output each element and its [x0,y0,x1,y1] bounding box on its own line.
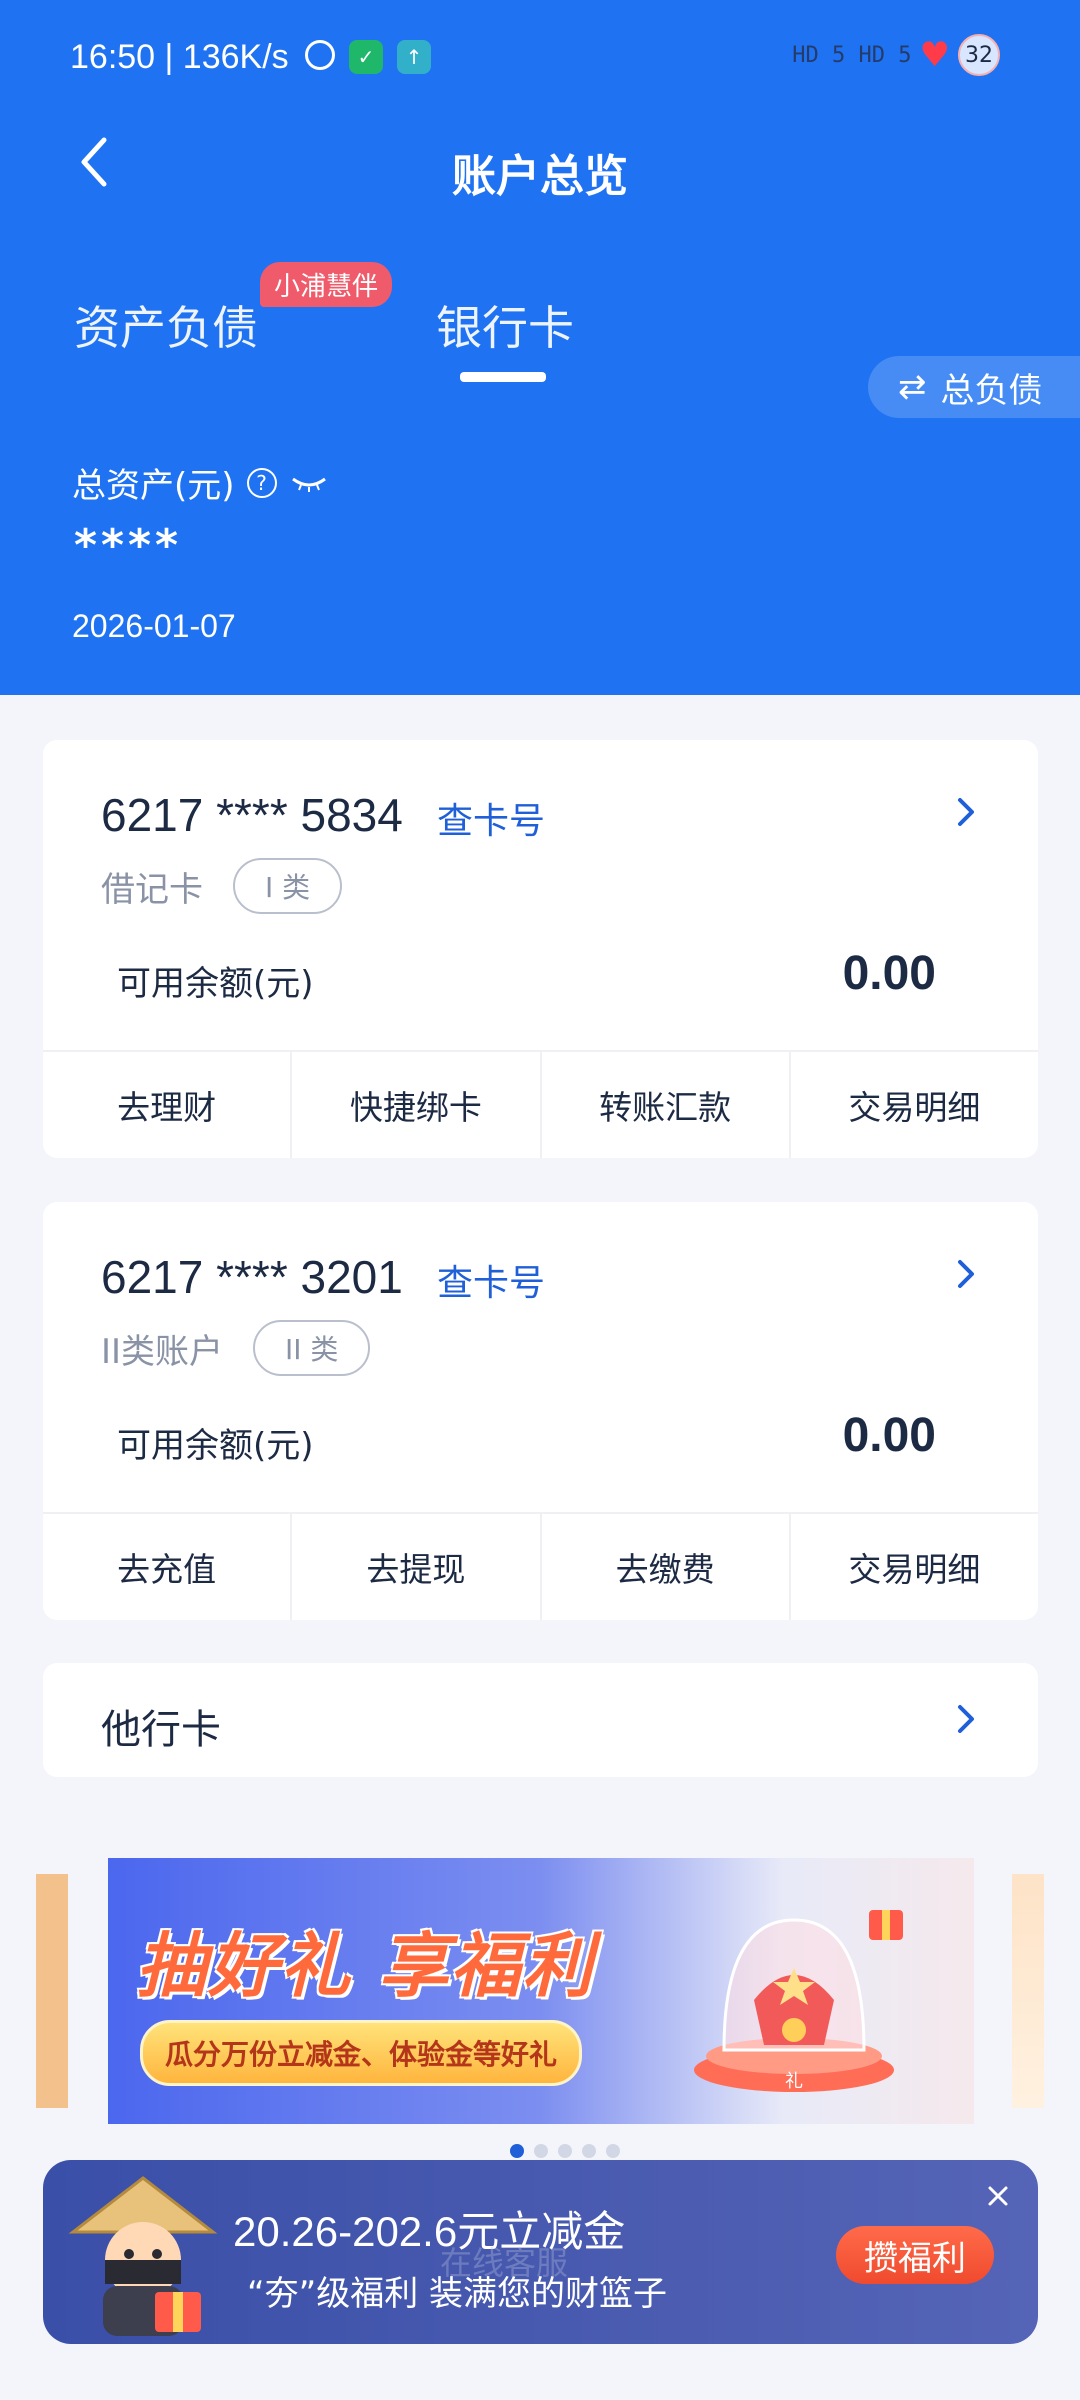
mascot-avatar [68,2176,218,2336]
total-assets-label: 总资产(元) [72,466,235,506]
close-icon[interactable] [984,2182,1012,2210]
total-assets-value: **** [74,520,183,571]
card-type: 借记卡 [101,870,203,910]
card-type: II类账户 [101,1332,224,1372]
total-debt-label: 总负债 [940,370,1043,411]
gift-label: 礼 [785,2071,803,2092]
card-level-badge: II 类 [253,1320,371,1376]
carousel-dot[interactable] [606,2144,620,2158]
status-time: 16:50 | 136K/s [70,38,289,76]
balance-value: 0.00 [842,1409,936,1462]
action-transactions-button[interactable]: 交易明细 [791,1514,1038,1620]
banner-next-peek [1012,1874,1044,2108]
banner-title: 抽好礼 享福利 [136,1925,595,2007]
bank-card-1[interactable]: 6217 **** 5834 查卡号 借记卡 I 类 可用余额(元) 0.00 … [43,740,1038,1158]
active-tab-indicator [460,372,546,382]
online-service-label[interactable]: 在线客服 [440,2238,568,2284]
eye-closed-icon[interactable] [289,473,329,493]
banner-subtitle: 瓜分万份立减金、体验金等好礼 [140,2020,583,2086]
promo-banner[interactable]: 抽好礼 享福利 瓜分万份立减金、体验金等好礼 礼 [108,1858,974,2124]
action-bind-card-button[interactable]: 快捷绑卡 [292,1052,542,1158]
action-withdraw-button[interactable]: 去提现 [292,1514,542,1620]
action-transactions-button[interactable]: 交易明细 [791,1052,1038,1158]
balance-value: 0.00 [842,947,936,1000]
total-assets-row: 总资产(元) ? [72,458,329,507]
action-top-up-button[interactable]: 去充值 [43,1514,293,1620]
assets-date: 2026-01-07 [72,608,236,644]
card-actions: 去理财 快捷绑卡 转账汇款 交易明细 [43,1050,1038,1158]
tab-assets-liabilities[interactable]: 资产负债 [74,292,258,358]
chevron-right-icon[interactable] [954,792,978,832]
card-number: 6217 **** 3201 [101,1251,403,1303]
status-bar: 16:50 | 136K/s ✓ ↑ HD 5 HD 5 ♥ 32 [0,0,1080,120]
swap-icon: ⇄ [898,367,927,407]
action-wealth-button[interactable]: 去理财 [43,1052,293,1158]
carousel-dot[interactable] [534,2144,548,2158]
alarm-icon [305,40,335,70]
upload-icon: ↑ [397,40,431,74]
page-title: 账户总览 [452,151,628,202]
collect-benefits-button[interactable]: 攒福利 [836,2226,994,2284]
carousel-dot[interactable] [558,2144,572,2158]
card-number: 6217 **** 5834 [101,789,403,841]
carousel-dot[interactable] [510,2144,524,2158]
tab-bank-cards[interactable]: 银行卡 [436,292,574,358]
carousel-dots [0,2144,1080,2158]
balance-label: 可用余额(元) [117,1426,314,1466]
card-actions: 去充值 去提现 去缴费 交易明细 [43,1512,1038,1620]
status-icons: ✓ ↑ [305,40,431,74]
battery-icon: 32 [958,34,1000,76]
total-debt-toggle[interactable]: ⇄ 总负债 [868,356,1080,418]
other-bank-cards-row[interactable]: 他行卡 [43,1663,1038,1777]
chevron-right-icon [958,1705,974,1733]
other-bank-cards-label: 他行卡 [101,1707,221,1753]
banner-prev-peek [36,1874,68,2108]
view-card-number-link[interactable]: 查卡号 [437,792,545,844]
action-pay-bills-button[interactable]: 去缴费 [542,1514,791,1620]
header: 16:50 | 136K/s ✓ ↑ HD 5 HD 5 ♥ 32 账户总览 资… [0,0,1080,695]
help-icon[interactable]: ? [246,467,277,498]
gift-dome-icon: 礼 [694,1910,903,2092]
status-right: HD 5 HD 5 ♥ 32 [792,34,1000,76]
chevron-right-icon[interactable] [954,1254,978,1294]
action-transfer-button[interactable]: 转账汇款 [542,1052,791,1158]
shield-icon: ✓ [349,40,383,74]
bank-card-2[interactable]: 6217 **** 3201 查卡号 II类账户 II 类 可用余额(元) 0.… [43,1202,1038,1620]
heart-icon: ♥ [919,35,950,75]
card-level-badge: I 类 [233,858,343,914]
carousel-dot[interactable] [582,2144,596,2158]
assistant-badge[interactable]: 小浦慧伴 [260,262,393,307]
balance-label: 可用余额(元) [117,964,314,1004]
signal-icon: HD 5 HD 5 [792,42,912,68]
view-card-number-link[interactable]: 查卡号 [437,1254,545,1306]
